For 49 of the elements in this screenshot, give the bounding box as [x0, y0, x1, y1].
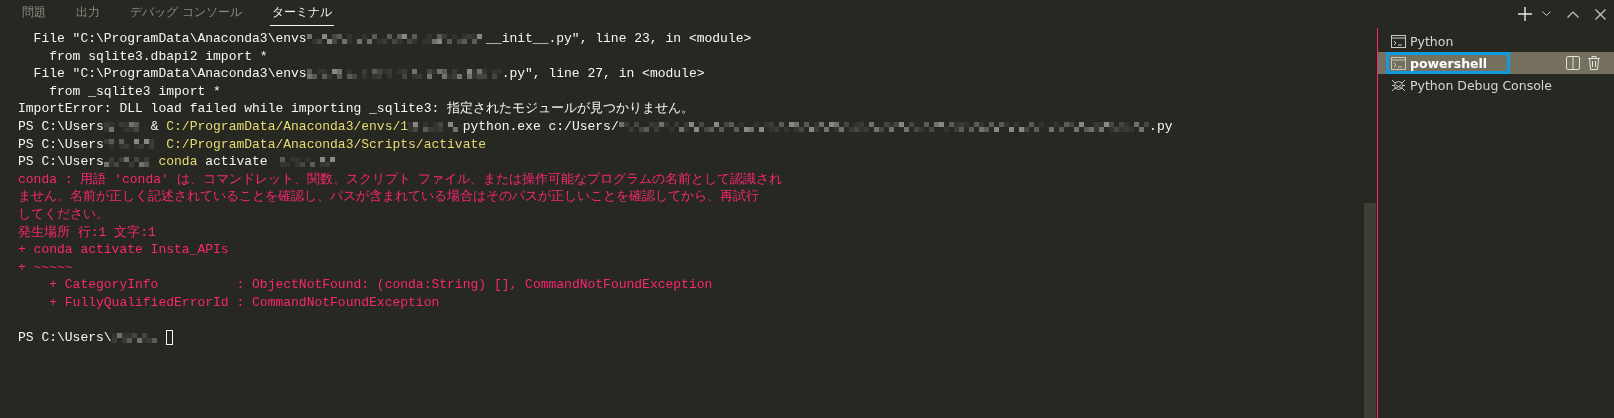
terminal-name: powershell [1410, 55, 1488, 71]
chevron-up-icon[interactable] [1567, 10, 1579, 18]
output-text: ImportError: DLL load failed while importing _sqlite3: 指定されたモジュールが見つかりません。 [18, 100, 695, 118]
output-text: PS C:\Users [18, 153, 104, 171]
terminal-item[interactable]: Python Debug Console [1378, 74, 1614, 96]
add-icon[interactable] [1518, 7, 1532, 21]
output-text: .py [1149, 117, 1173, 136]
pixelated-mosaic [103, 156, 151, 167]
error-text: + conda activate Insta_APIs [18, 241, 229, 259]
pixelated-mosaic [111, 332, 159, 343]
output-text: & [149, 117, 160, 136]
error-text: + CategoryInfo : ObjectNotFound: (conda:String) [], CommandNotFoundException [48, 276, 713, 294]
terminal-name: Python [1410, 33, 1454, 49]
error-text: + ~~~~~ [18, 258, 73, 277]
panel-tab[interactable]: デバッグ コンソール [128, 0, 244, 26]
error-text: + FullyQualifiedErrorId : CommandNotFoundException [48, 293, 440, 312]
panel-tab[interactable]: 問題 [20, 0, 48, 26]
output-text: .py", line 27, in <module> [501, 65, 705, 83]
output-text: PS C:\Users [18, 135, 104, 154]
terminal-name: Python Debug Console [1410, 77, 1552, 93]
terminal-item[interactable]: Python [1378, 30, 1614, 52]
text-cursor [166, 330, 174, 346]
output-text: activate [204, 153, 269, 171]
trash-icon[interactable] [1588, 56, 1600, 70]
command-text: C:/ProgramData/Anaconda3/envs/1 [166, 117, 409, 136]
output-text: __init__.py", line 23, in <module> [486, 30, 752, 48]
output-text: from _sqlite3 import * [48, 82, 221, 101]
error-text: conda : 用語 'conda' は、コマンドレット、関数、スクリプト ファイル、または操作可能なプログラムの名前として認識され [18, 170, 783, 189]
scrollbar-thumb[interactable] [1364, 203, 1376, 418]
close-icon[interactable] [1595, 8, 1606, 20]
terminal-icon [1391, 34, 1406, 48]
panel-tab[interactable]: ターミナル [269, 0, 334, 26]
bug-icon [1391, 78, 1406, 92]
chevron-down-icon[interactable] [1542, 11, 1551, 17]
output-text: PS C:\Users [18, 117, 104, 136]
terminal-item[interactable]: powershell [1378, 52, 1614, 74]
output-text: PS C:\Users\ [18, 329, 112, 347]
output-text: File "C:\ProgramData\Anaconda3\envs [32, 65, 307, 83]
split-icon[interactable] [1566, 56, 1580, 70]
command-text: C:/ProgramData/Anaconda3/Scripts/activate [165, 135, 487, 154]
output-text: from sqlite3.dbapi2 import * [48, 47, 268, 66]
error-text: してください。 [18, 205, 109, 224]
panel-tab[interactable]: 出力 [74, 0, 102, 26]
output-text: File "C:\ProgramData\Anaconda3\envs [32, 30, 307, 48]
error-text: 発生場所 行:1 文字:1 [18, 223, 156, 242]
output-text: python.exe c:/Users/ [462, 117, 619, 136]
error-text: ません。名前が正しく記述されていることを確認し、パスが含まれている場合はそのパスが正しいことを確認してから、再試行 [18, 188, 759, 206]
terminal-icon [1391, 56, 1406, 70]
command-text: conda [157, 153, 198, 171]
